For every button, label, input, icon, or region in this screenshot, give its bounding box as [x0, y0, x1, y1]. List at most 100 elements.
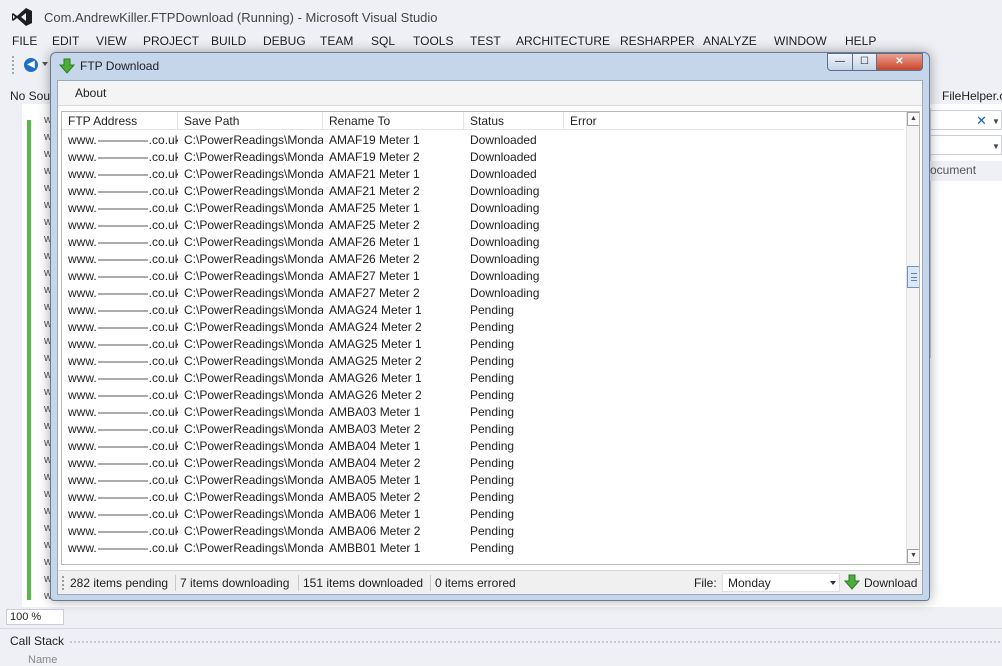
- table-row[interactable]: www. .co.uk C:\PowerReadings\Monday AMAG25 …: [62, 352, 904, 369]
- chevron-down-icon[interactable]: [42, 62, 48, 66]
- menu-window[interactable]: WINDOW: [774, 34, 827, 48]
- status-pending: 282 items pending: [70, 576, 169, 590]
- table-row[interactable]: www. .co.uk C:\PowerReadings\Monday AMBA03 …: [62, 420, 904, 437]
- column-header-error[interactable]: Error: [564, 112, 904, 130]
- address-suffix: co.uk: [152, 337, 178, 351]
- table-row[interactable]: www. .co.uk C:\PowerReadings\Monday AMAG24 …: [62, 318, 904, 335]
- menu-debug[interactable]: DEBUG: [263, 34, 306, 48]
- menu-view[interactable]: VIEW: [96, 34, 127, 48]
- cell-error: [564, 539, 904, 556]
- address-suffix: co.uk: [152, 235, 178, 249]
- table-row[interactable]: www. .co.uk C:\PowerReadings\Monday AMBB01 …: [62, 539, 904, 556]
- table-row[interactable]: www. .co.uk C:\PowerReadings\Monday AMAF27 …: [62, 284, 904, 301]
- table-row[interactable]: www. .co.uk C:\PowerReadings\Monday AMBA06 …: [62, 522, 904, 539]
- menu-build[interactable]: BUILD: [211, 34, 246, 48]
- column-header-ftp-address[interactable]: FTP Address: [62, 112, 178, 130]
- close-button[interactable]: ✕: [877, 53, 923, 71]
- cell-rename-to: AMBA05 Meter 2: [329, 490, 421, 504]
- menu-sql[interactable]: SQL: [371, 34, 395, 48]
- table-row[interactable]: www. .co.uk C:\PowerReadings\Monday AMAF19 …: [62, 131, 904, 148]
- table-row[interactable]: www. .co.uk C:\PowerReadings\Monday AMBA04 …: [62, 437, 904, 454]
- chevron-down-icon[interactable]: ▼: [992, 117, 1000, 126]
- menu-analyze[interactable]: ANALYZE: [703, 34, 757, 48]
- table-row[interactable]: www. .co.uk C:\PowerReadings\Monday AMAF26 …: [62, 250, 904, 267]
- cell-ftp-address: www. .co.uk: [62, 386, 178, 403]
- address-prefix: www.: [68, 507, 97, 521]
- address-prefix: www.: [68, 184, 97, 198]
- address-prefix: www.: [68, 218, 97, 232]
- menu-architecture[interactable]: ARCHITECTURE: [516, 34, 610, 48]
- scroll-up-button[interactable]: ▲: [907, 112, 919, 126]
- menu-test[interactable]: TEST: [470, 34, 501, 48]
- table-row[interactable]: www. .co.uk C:\PowerReadings\Monday AMAF25 …: [62, 216, 904, 233]
- table-row[interactable]: www. .co.uk C:\PowerReadings\Monday AMBA04 …: [62, 454, 904, 471]
- table-row[interactable]: www. .co.uk C:\PowerReadings\Monday AMBA06 …: [62, 505, 904, 522]
- menu-tools[interactable]: TOOLS: [413, 34, 453, 48]
- status-separator: [298, 575, 299, 591]
- menu-file[interactable]: FILE: [12, 34, 37, 48]
- table-row[interactable]: www. .co.uk C:\PowerReadings\Monday AMAG25 …: [62, 335, 904, 352]
- table-row[interactable]: www. .co.uk C:\PowerReadings\Monday AMAF19 …: [62, 148, 904, 165]
- download-button[interactable]: Download: [844, 573, 920, 593]
- cell-ftp-address: www. .co.uk: [62, 420, 178, 437]
- column-header-rename-to[interactable]: Rename To: [323, 112, 464, 130]
- table-row[interactable]: www. .co.uk C:\PowerReadings\Monday AMAF21 …: [62, 165, 904, 182]
- table-row[interactable]: www. .co.uk C:\PowerReadings\Monday AMAG26 …: [62, 369, 904, 386]
- table-row[interactable]: www. .co.uk C:\PowerReadings\Monday AMBA05 …: [62, 488, 904, 505]
- file-select[interactable]: Monday: [722, 573, 840, 592]
- table-row[interactable]: www. .co.uk C:\PowerReadings\Monday AMAF21 …: [62, 182, 904, 199]
- cell-error: [564, 250, 904, 267]
- maximize-button[interactable]: ☐: [853, 53, 877, 71]
- column-header-status[interactable]: Status: [464, 112, 564, 130]
- cell-error: [564, 420, 904, 437]
- panel-drag-handle[interactable]: [70, 641, 1000, 644]
- download-grid[interactable]: FTP Address Save Path Rename To Status E…: [61, 111, 920, 565]
- cell-error: [564, 165, 904, 182]
- redacted-domain: [97, 547, 148, 550]
- table-row[interactable]: www. .co.uk C:\PowerReadings\Monday AMAF27 …: [62, 267, 904, 284]
- menu-help[interactable]: HELP: [845, 34, 876, 48]
- cell-rename-to: AMBA04 Meter 2: [329, 456, 421, 470]
- table-row[interactable]: www. .co.uk C:\PowerReadings\Monday AMAF26 …: [62, 233, 904, 250]
- ftp-titlebar[interactable]: FTP Download — ☐ ✕: [51, 53, 929, 79]
- redacted-domain: [97, 530, 148, 533]
- menu-team[interactable]: TEAM: [320, 34, 353, 48]
- scroll-down-button[interactable]: ▼: [907, 549, 919, 563]
- table-row[interactable]: www. .co.uk C:\PowerReadings\Monday AMAG26 …: [62, 386, 904, 403]
- tab-filehelper[interactable]: FileHelper.c: [942, 89, 1002, 103]
- column-header-save-path[interactable]: Save Path: [178, 112, 323, 130]
- table-row[interactable]: www. .co.uk C:\PowerReadings\Monday AMAF25 …: [62, 199, 904, 216]
- chevron-down-icon[interactable]: ▼: [992, 142, 1000, 151]
- menu-about[interactable]: About: [75, 86, 106, 100]
- cell-rename-to: AMAF26 Meter 2: [329, 252, 420, 266]
- file-label: File:: [694, 576, 717, 590]
- grid-body: www. .co.uk C:\PowerReadings\Monday AMAF19 …: [62, 131, 904, 564]
- cell-status: Downloading: [470, 252, 540, 266]
- back-arrow-icon[interactable]: ◀: [24, 58, 38, 72]
- menu-edit[interactable]: EDIT: [52, 34, 79, 48]
- tab-no-source[interactable]: No Sou: [10, 89, 50, 103]
- table-row[interactable]: www. .co.uk C:\PowerReadings\Monday AMBA03 …: [62, 403, 904, 420]
- address-prefix: www.: [68, 320, 97, 334]
- minimize-button[interactable]: —: [827, 53, 853, 71]
- table-row[interactable]: www. .co.uk C:\PowerReadings\Monday AMBA05 …: [62, 471, 904, 488]
- cell-ftp-address: www. .co.uk: [62, 539, 178, 556]
- scroll-thumb[interactable]: [907, 266, 919, 288]
- zoom-level-select[interactable]: 100 %: [6, 609, 64, 625]
- cell-save-path: C:\PowerReadings\Monday: [184, 286, 323, 300]
- cell-error: [564, 352, 904, 369]
- redacted-domain: [97, 428, 148, 431]
- vertical-scrollbar[interactable]: ▲ ▼: [906, 112, 919, 564]
- address-suffix: co.uk: [152, 184, 178, 198]
- menu-resharper[interactable]: RESHARPER: [620, 34, 695, 48]
- table-row[interactable]: www. .co.uk C:\PowerReadings\Monday AMAG24 …: [62, 301, 904, 318]
- chevron-down-icon[interactable]: [830, 581, 836, 585]
- address-suffix: co.uk: [152, 320, 178, 334]
- cell-save-path: C:\PowerReadings\Monday: [184, 541, 323, 555]
- toolbar-grip[interactable]: [12, 56, 16, 74]
- close-icon[interactable]: ✕: [976, 113, 987, 129]
- vs-titlebar: Com.AndrewKiller.FTPDownload (Running) -…: [0, 0, 1002, 32]
- cell-status: Pending: [470, 371, 515, 385]
- menu-project[interactable]: PROJECT: [143, 34, 199, 48]
- redacted-domain: [97, 479, 148, 482]
